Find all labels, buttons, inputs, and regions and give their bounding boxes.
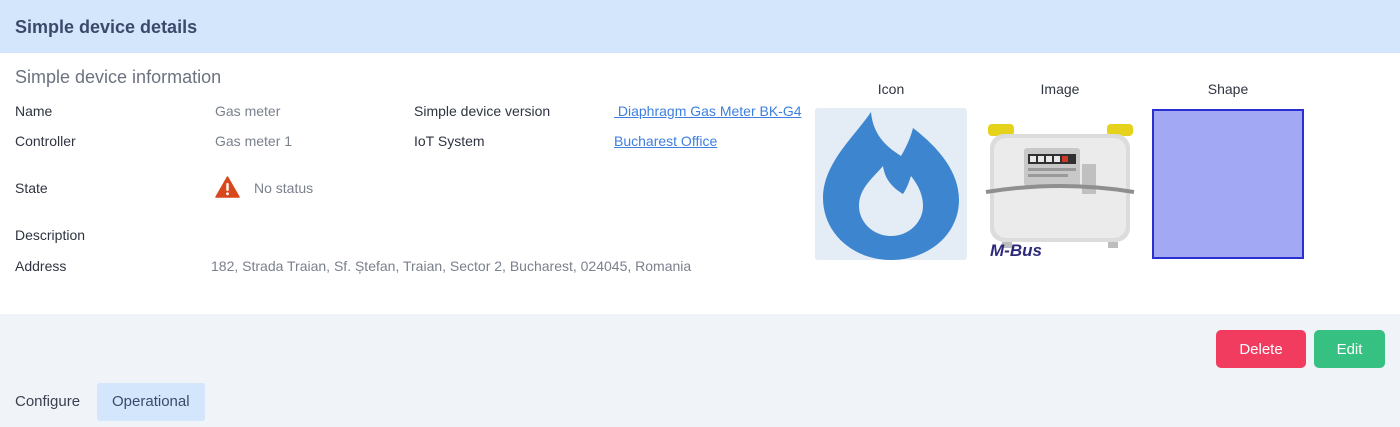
version-label: Simple device version bbox=[414, 103, 551, 119]
name-label: Name bbox=[15, 103, 53, 119]
delete-button[interactable]: Delete bbox=[1216, 330, 1306, 368]
device-shape-preview bbox=[1152, 109, 1304, 259]
warning-icon bbox=[215, 176, 240, 198]
controller-label: Controller bbox=[15, 133, 76, 149]
device-icon-preview bbox=[815, 108, 967, 260]
section-title: Simple device information bbox=[15, 67, 222, 87]
iot-system-link[interactable]: Bucharest Office bbox=[614, 133, 717, 149]
image-column-label: Image bbox=[1040, 81, 1080, 97]
device-info-panel: Simple device information Name Gas meter… bbox=[0, 53, 1400, 314]
svg-text:M-Bus: M-Bus bbox=[990, 241, 1042, 260]
controller-value: Gas meter 1 bbox=[215, 133, 293, 149]
name-value: Gas meter bbox=[215, 103, 281, 119]
tab-operational[interactable]: Operational bbox=[97, 383, 205, 421]
iot-system-label: IoT System bbox=[414, 133, 485, 149]
gas-meter-image: M-Bus bbox=[985, 124, 1135, 260]
page-title: Simple device details bbox=[15, 17, 198, 37]
state-value: No status bbox=[254, 180, 314, 196]
address-value: 182, Strada Traian, Sf. Ștefan, Traian, … bbox=[211, 258, 692, 274]
edit-button[interactable]: Edit bbox=[1314, 330, 1385, 368]
state-label: State bbox=[15, 180, 48, 196]
shape-column-label: Shape bbox=[1207, 81, 1249, 97]
device-image-preview: M-Bus bbox=[984, 110, 1136, 260]
icon-column-label: Icon bbox=[877, 81, 905, 97]
gas-flame-icon bbox=[823, 112, 959, 260]
page-header: Simple device details bbox=[0, 0, 1400, 53]
description-label: Description bbox=[15, 227, 86, 243]
tab-configure[interactable]: Configure bbox=[0, 383, 95, 421]
address-label: Address bbox=[15, 258, 67, 274]
version-link[interactable]: Diaphragm Gas Meter BK-G4 bbox=[614, 103, 802, 119]
